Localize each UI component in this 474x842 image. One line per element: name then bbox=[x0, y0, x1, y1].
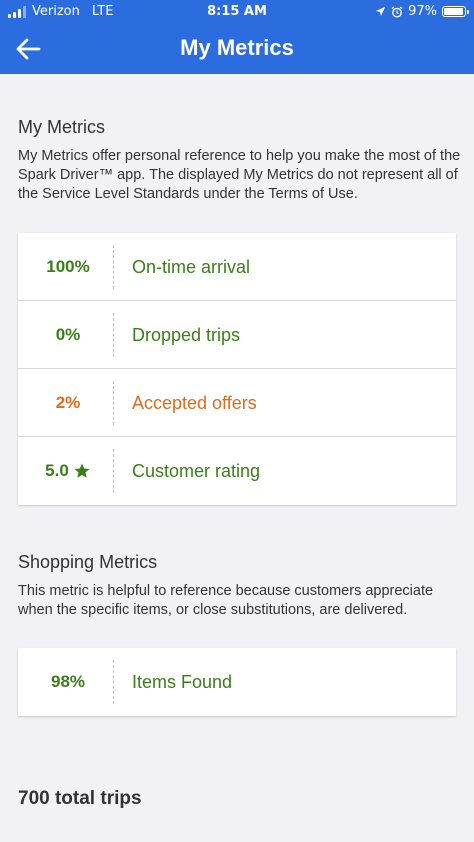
metric-label: Accepted offers bbox=[132, 392, 257, 413]
row-divider bbox=[113, 245, 114, 289]
metric-row-dropped-trips: 0% Dropped trips bbox=[18, 301, 456, 369]
row-divider bbox=[113, 660, 114, 704]
battery-percent: 97% bbox=[408, 4, 437, 19]
metric-value: 98% bbox=[50, 672, 86, 691]
metric-row-accepted-offers: 2% Accepted offers bbox=[18, 369, 456, 437]
metric-value: 2% bbox=[55, 393, 81, 412]
metric-value-wrap: 5.0 bbox=[18, 437, 118, 505]
metric-value: 0% bbox=[55, 325, 81, 344]
row-divider bbox=[113, 381, 114, 425]
shopping-metrics-description: This metric is helpful to reference beca… bbox=[18, 583, 434, 618]
metric-value: 5.0 bbox=[45, 461, 69, 480]
metric-row-on-time-arrival: 100% On-time arrival bbox=[18, 233, 456, 301]
total-trips: 700 total trips bbox=[18, 788, 142, 809]
metric-value: 100% bbox=[46, 257, 90, 276]
star-icon bbox=[74, 463, 90, 478]
metric-row-customer-rating: 5.0 Customer rating bbox=[18, 437, 456, 505]
page-title: My Metrics bbox=[180, 35, 294, 60]
metric-label: Customer rating bbox=[132, 460, 261, 481]
metric-label: Dropped trips bbox=[132, 324, 241, 345]
alarm-icon bbox=[391, 5, 403, 17]
metric-label: Items Found bbox=[132, 671, 233, 692]
my-metrics-description: My Metrics offer personal reference to h… bbox=[18, 148, 461, 202]
row-divider bbox=[113, 313, 114, 357]
app-header: My Metrics bbox=[0, 24, 474, 74]
status-indicators: 97% bbox=[375, 4, 469, 19]
status-bar: Verizon LTE 8:15 AM 97% bbox=[0, 0, 474, 24]
shopping-metrics-card: 98% Items Found bbox=[18, 648, 456, 716]
location-arrow-icon bbox=[376, 6, 386, 17]
metric-label: On-time arrival bbox=[132, 256, 251, 277]
battery-level-fill bbox=[444, 8, 464, 15]
shopping-metrics-heading: Shopping Metrics bbox=[18, 552, 158, 572]
row-divider bbox=[113, 449, 114, 493]
my-metrics-heading: My Metrics bbox=[18, 117, 105, 137]
my-metrics-card: 100% On-time arrival 0% Dropped trips 2%… bbox=[18, 233, 456, 505]
battery-icon bbox=[442, 6, 469, 17]
metric-row-items-found: 98% Items Found bbox=[18, 648, 456, 716]
